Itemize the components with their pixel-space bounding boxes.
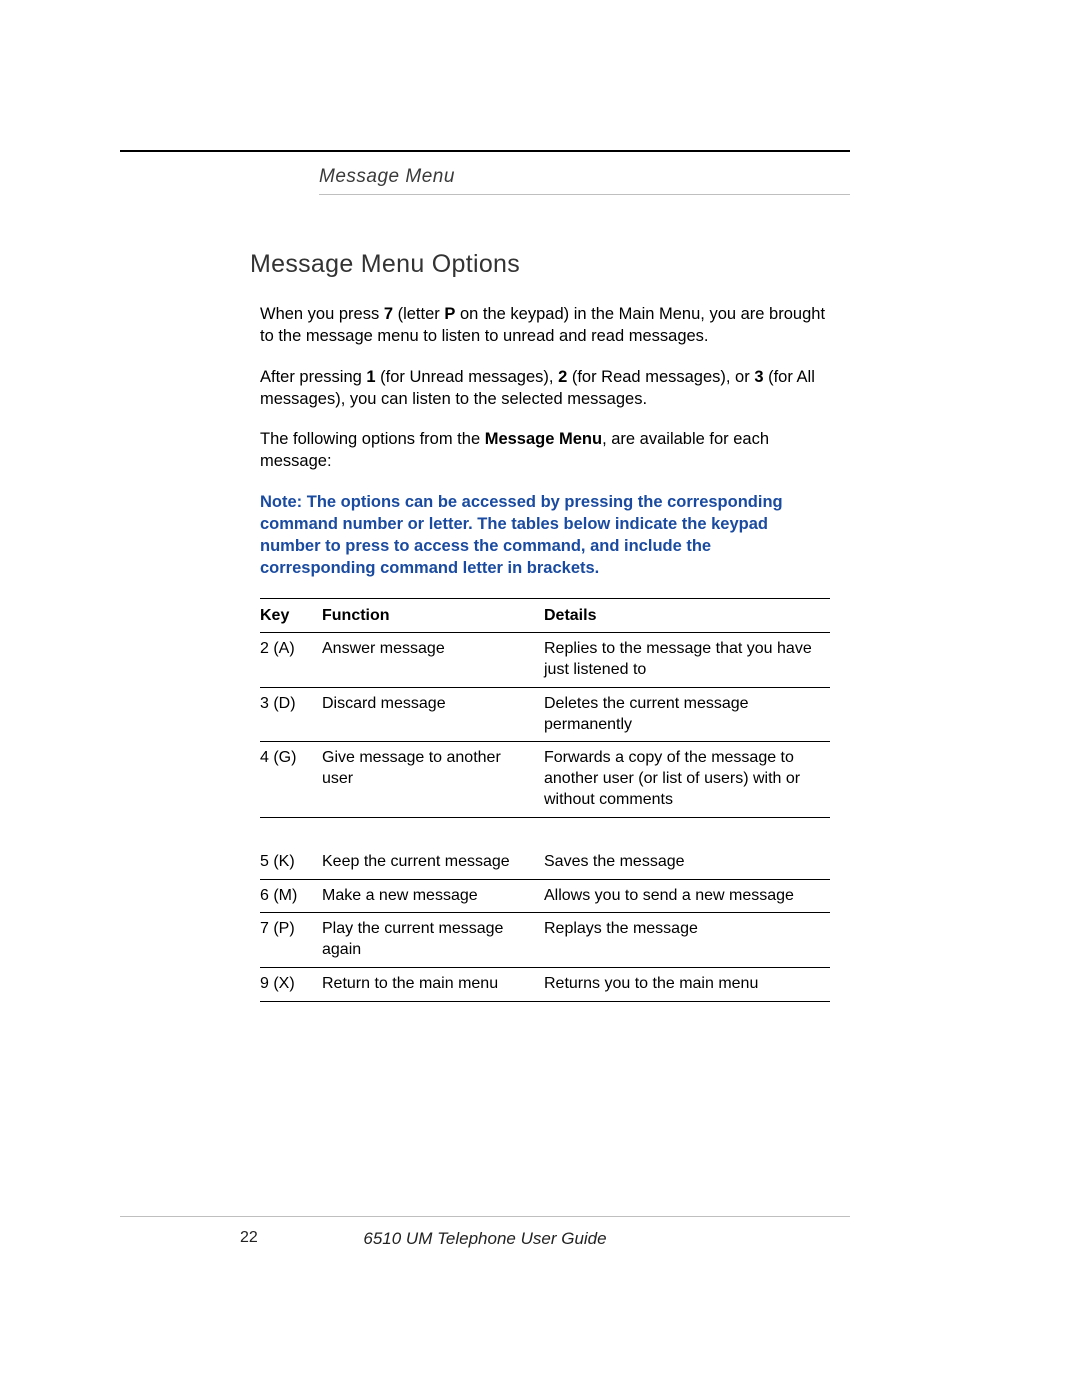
intro-paragraph-1: When you press 7 (letter P on the keypad… — [260, 303, 830, 348]
cell-key: 3 (D) — [260, 687, 322, 742]
note-paragraph: Note: The options can be accessed by pre… — [260, 491, 830, 580]
col-function: Function — [322, 598, 544, 633]
cell-func: Make a new message — [322, 879, 544, 913]
cell-key: 2 (A) — [260, 633, 322, 688]
table-row: 6 (M) Make a new message Allows you to s… — [260, 879, 830, 913]
table-row: 4 (G) Give message to another user Forwa… — [260, 742, 830, 817]
intro-paragraph-3: The following options from the Message M… — [260, 428, 830, 473]
table-row: 3 (D) Discard message Deletes the curren… — [260, 687, 830, 742]
letter-p: P — [444, 305, 455, 323]
page: Message Menu Message Menu Options When y… — [0, 0, 1080, 1397]
table-row: 5 (K) Keep the current message Saves the… — [260, 846, 830, 879]
cell-details: Returns you to the main menu — [544, 968, 830, 1002]
cell-func: Discard message — [322, 687, 544, 742]
table-header-row: Key Function Details — [260, 598, 830, 633]
cell-key: 7 (P) — [260, 913, 322, 968]
footer: 22 6510 UM Telephone User Guide — [120, 1229, 850, 1249]
key-2: 2 — [558, 368, 567, 386]
cell-func: Answer message — [322, 633, 544, 688]
cell-func: Return to the main menu — [322, 968, 544, 1002]
footer-rule — [120, 1216, 850, 1217]
cell-func: Keep the current message — [322, 846, 544, 879]
running-header: Message Menu — [319, 162, 850, 195]
text: The following options from the — [260, 430, 485, 448]
page-number: 22 — [240, 1229, 258, 1247]
table-row: 9 (X) Return to the main menu Returns yo… — [260, 968, 830, 1002]
cell-details: Saves the message — [544, 846, 830, 879]
col-key: Key — [260, 598, 322, 633]
table-row: 7 (P) Play the current message again Rep… — [260, 913, 830, 968]
key-3: 3 — [754, 368, 763, 386]
text: (for Unread messages), — [376, 368, 558, 386]
col-details: Details — [544, 598, 830, 633]
cell-func: Give message to another user — [322, 742, 544, 817]
key-7: 7 — [384, 305, 393, 323]
key-1: 1 — [366, 368, 375, 386]
cell-details: Deletes the current message permanently — [544, 687, 830, 742]
text: After pressing — [260, 368, 366, 386]
top-rule — [120, 150, 850, 152]
doc-title: 6510 UM Telephone User Guide — [363, 1229, 606, 1248]
options-table: Key Function Details 2 (A) Answer messag… — [260, 598, 830, 1002]
message-menu-bold: Message Menu — [485, 430, 602, 448]
intro-paragraph-2: After pressing 1 (for Unread messages), … — [260, 366, 830, 411]
body-content: When you press 7 (letter P on the keypad… — [260, 303, 830, 1002]
cell-func: Play the current message again — [322, 913, 544, 968]
table-gap — [260, 817, 830, 846]
cell-key: 5 (K) — [260, 846, 322, 879]
cell-key: 6 (M) — [260, 879, 322, 913]
cell-details: Replays the message — [544, 913, 830, 968]
cell-key: 4 (G) — [260, 742, 322, 817]
cell-details: Replies to the message that you have jus… — [544, 633, 830, 688]
text: When you press — [260, 305, 384, 323]
text: (for Read messages), or — [567, 368, 754, 386]
cell-details: Forwards a copy of the message to anothe… — [544, 742, 830, 817]
table-row: 2 (A) Answer message Replies to the mess… — [260, 633, 830, 688]
text: (letter — [393, 305, 444, 323]
cell-key: 9 (X) — [260, 968, 322, 1002]
section-title: Message Menu — [319, 166, 455, 187]
page-heading: Message Menu Options — [250, 250, 850, 279]
cell-details: Allows you to send a new message — [544, 879, 830, 913]
